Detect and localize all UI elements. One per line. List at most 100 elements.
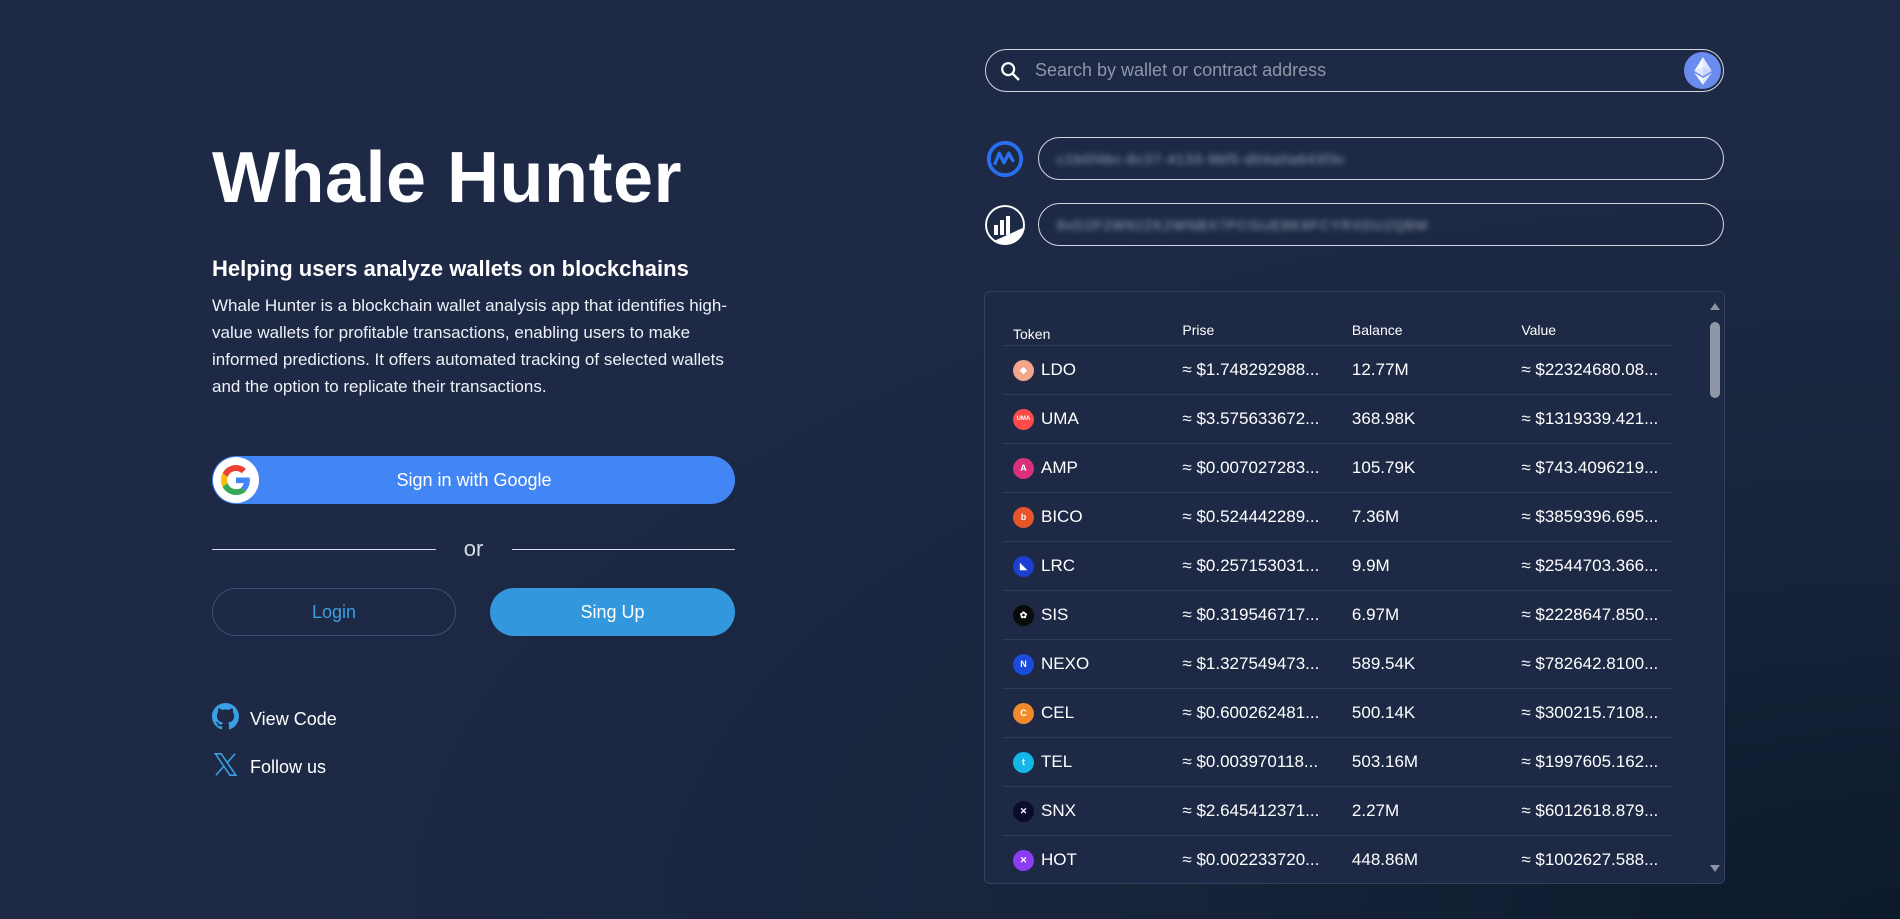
token-symbol: AMP <box>1041 458 1078 477</box>
balance-cell: 503.16M <box>1351 752 1419 771</box>
table-row[interactable]: ✿ SIS ≈ $0.319546717... 6.97M ≈ $2228647.850… <box>1003 591 1673 640</box>
ethereum-network-icon[interactable] <box>1684 52 1721 89</box>
analytics-chart-icon <box>985 204 1025 245</box>
follow-us-label: Follow us <box>250 756 327 777</box>
search-bar <box>985 49 1724 92</box>
price-cell: ≈ $0.524442289... <box>1182 507 1320 526</box>
token-symbol: NEXO <box>1041 654 1090 673</box>
table-row[interactable]: ◣ LRC ≈ $0.257153031... 9.9M ≈ $2544703.366.… <box>1003 542 1673 591</box>
balance-cell: 589.54K <box>1351 654 1416 673</box>
token-cell: UMA UMA <box>1013 408 1182 430</box>
login-button[interactable]: Login <box>212 588 456 636</box>
github-icon <box>212 703 239 735</box>
lrc-icon: ◣ <box>1013 555 1034 577</box>
amp-icon: A <box>1013 457 1034 479</box>
cel-icon: C <box>1013 702 1034 724</box>
price-cell: ≈ $2.645412371... <box>1182 801 1320 820</box>
table-row[interactable]: C CEL ≈ $0.600262481... 500.14K ≈ $300215.71… <box>1003 689 1673 738</box>
scroll-up-arrow-icon[interactable] <box>1710 303 1720 310</box>
second-key-value: 8vD2F2W92ZK2WNBX7PCGUE8K9FCYRXDU2QBM <box>1057 216 1429 233</box>
value-cell: ≈ $22324680.08... <box>1521 360 1659 379</box>
price-cell: ≈ $0.600262481... <box>1182 703 1320 722</box>
search-input[interactable] <box>1035 60 1684 81</box>
second-key-field[interactable]: 8vD2F2W92ZK2WNBX7PCGUE8K9FCYRXDU2QBM <box>1038 203 1724 246</box>
balance-cell: 448.86M <box>1351 850 1419 869</box>
token-symbol: CEL <box>1041 703 1075 722</box>
google-logo-icon <box>213 457 259 503</box>
header-token: Token <box>1013 325 1051 342</box>
price-cell: ≈ $0.319546717... <box>1182 605 1320 624</box>
header-price: Prise <box>1182 322 1215 338</box>
scrollbar-thumb[interactable] <box>1710 322 1720 398</box>
balance-cell: 500.14K <box>1351 703 1416 722</box>
google-signin-button[interactable]: Sign in with Google <box>212 456 735 504</box>
balance-cell: 368.98K <box>1351 409 1416 428</box>
coinmarketcap-icon <box>985 138 1025 179</box>
table-row[interactable]: UMA UMA ≈ $3.575633672... 368.98K ≈ $1319339… <box>1003 395 1673 444</box>
value-cell: ≈ $743.4096219... <box>1521 458 1659 477</box>
table-row[interactable]: ✕ HOT ≈ $0.002233720... 448.86M ≈ $1002627.5… <box>1003 836 1673 883</box>
divider-line <box>511 548 735 550</box>
token-symbol: SIS <box>1041 605 1069 624</box>
table-row[interactable]: ✕ SNX ≈ $2.645412371... 2.27M ≈ $6012618.879… <box>1003 787 1673 836</box>
scrollbar[interactable] <box>1706 292 1724 883</box>
hot-icon: ✕ <box>1013 849 1034 871</box>
price-cell: ≈ $3.575633672... <box>1182 409 1320 428</box>
token-symbol: HOT <box>1041 850 1077 869</box>
header-value: Value <box>1521 322 1557 338</box>
value-cell: ≈ $6012618.879... <box>1521 801 1659 820</box>
token-symbol: TEL <box>1041 752 1073 771</box>
token-symbol: LRC <box>1041 556 1076 575</box>
token-cell: C CEL <box>1013 702 1182 724</box>
table-row[interactable]: A AMP ≈ $0.007027283... 105.79K ≈ $743.40962… <box>1003 444 1673 493</box>
token-symbol: LDO <box>1041 360 1076 379</box>
coinmarketcap-key-row: c1b0f4bc-8c37-4133-9bf5-d04a0a643f3c <box>985 137 1724 180</box>
token-table[interactable]: Token Prise Balance Value ◆ LDO ≈ $1.74829… <box>984 291 1725 884</box>
coinmarketcap-key-value: c1b0f4bc-8c37-4133-9bf5-d04a0a643f3c <box>1057 150 1346 167</box>
token-cell: b BICO <box>1013 506 1182 528</box>
table-row[interactable]: ◆ LDO ≈ $1.748292988... 12.77M ≈ $22324680.0… <box>1003 346 1673 395</box>
value-cell: ≈ $3859396.695... <box>1521 507 1659 526</box>
balance-cell: 6.97M <box>1351 605 1400 624</box>
token-table-body: Token Prise Balance Value ◆ LDO ≈ $1.74829… <box>1003 322 1673 883</box>
table-row[interactable]: b BICO ≈ $0.524442289... 7.36M ≈ $3859396.69… <box>1003 493 1673 542</box>
or-label: or <box>463 536 484 561</box>
view-code-link[interactable]: View Code <box>212 703 337 735</box>
google-signin-label: Sign in with Google <box>396 469 552 490</box>
token-cell: A AMP <box>1013 457 1182 479</box>
value-cell: ≈ $1002627.588... <box>1521 850 1659 869</box>
value-cell: ≈ $2228647.850... <box>1521 605 1659 624</box>
uma-icon: UMA <box>1013 408 1034 430</box>
value-cell: ≈ $1997605.162... <box>1521 752 1659 771</box>
token-symbol: SNX <box>1041 801 1076 820</box>
table-row[interactable]: N NEXO ≈ $1.327549473... 589.54K ≈ $782642.8… <box>1003 640 1673 689</box>
price-cell: ≈ $0.003970118... <box>1182 752 1319 771</box>
price-cell: ≈ $1.748292988... <box>1182 360 1320 379</box>
balance-cell: 105.79K <box>1351 458 1416 477</box>
value-cell: ≈ $782642.8100... <box>1521 654 1659 673</box>
bico-icon: b <box>1013 506 1034 528</box>
token-cell: t TEL <box>1013 751 1182 773</box>
signup-button[interactable]: Sing Up <box>490 588 735 636</box>
view-code-label: View Code <box>250 708 337 729</box>
table-header: Token Prise Balance Value <box>1003 322 1673 346</box>
nexo-icon: N <box>1013 653 1034 675</box>
second-key-row: 8vD2F2W92ZK2WNBX7PCGUE8K9FCYRXDU2QBM <box>985 203 1724 246</box>
scroll-down-arrow-icon[interactable] <box>1710 865 1720 872</box>
token-cell: ◆ LDO <box>1013 359 1182 381</box>
or-divider: or <box>212 534 735 564</box>
follow-us-link[interactable]: Follow us <box>212 751 326 783</box>
snx-icon: ✕ <box>1013 800 1034 822</box>
token-symbol: BICO <box>1041 507 1083 526</box>
divider-line <box>212 548 436 550</box>
table-row[interactable]: t TEL ≈ $0.003970118... 503.16M ≈ $1997605.1… <box>1003 738 1673 787</box>
coinmarketcap-key-field[interactable]: c1b0f4bc-8c37-4133-9bf5-d04a0a643f3c <box>1038 137 1724 180</box>
value-cell: ≈ $300215.7108... <box>1521 703 1659 722</box>
balance-cell: 7.36M <box>1351 507 1400 526</box>
header-balance: Balance <box>1351 322 1403 338</box>
price-cell: ≈ $1.327549473... <box>1182 654 1320 673</box>
price-cell: ≈ $0.007027283... <box>1182 458 1320 477</box>
token-cell: ✕ HOT <box>1013 849 1182 871</box>
price-cell: ≈ $0.257153031... <box>1182 556 1320 575</box>
token-cell: ✕ SNX <box>1013 800 1182 822</box>
